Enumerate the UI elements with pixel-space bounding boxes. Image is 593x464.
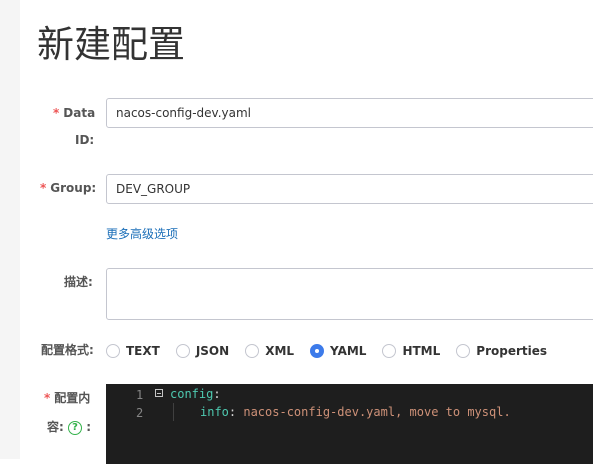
- format-radio-properties[interactable]: Properties: [456, 344, 547, 358]
- left-sidebar-strip: [0, 0, 20, 459]
- line-number: 1: [136, 388, 144, 402]
- radio-circle-icon: [175, 344, 190, 358]
- code-line: config:: [170, 387, 221, 401]
- description-textarea[interactable]: [106, 268, 593, 320]
- radio-circle-icon: [245, 344, 260, 358]
- required-mark: *: [40, 181, 47, 195]
- question-circle-icon[interactable]: ?: [68, 420, 82, 435]
- radio-circle-icon: [106, 344, 120, 358]
- radio-circle-icon: [382, 344, 397, 358]
- required-mark: *: [44, 391, 51, 405]
- format-radio-html[interactable]: HTML: [382, 344, 440, 358]
- radio-label: XML: [265, 344, 295, 358]
- radio-circle-icon: [456, 344, 471, 358]
- data-id-input[interactable]: nacos-config-dev.yaml: [106, 98, 593, 128]
- required-mark: *: [53, 106, 60, 120]
- code-line: info: nacos-config-dev.yaml, move to mys…: [200, 405, 511, 419]
- format-radio-group: TEXT JSON XML YAML HTML Properties: [106, 341, 563, 361]
- format-radio-text[interactable]: TEXT: [106, 344, 160, 358]
- code-editor[interactable]: 1 2 config: info: nacos-config-dev.yaml,…: [106, 384, 593, 464]
- page-title: 新建配置: [37, 23, 185, 66]
- radio-label: Properties: [476, 344, 548, 358]
- radio-circle-icon: [310, 344, 325, 358]
- group-label: * Group:: [40, 181, 97, 195]
- format-label: 配置格式:: [41, 343, 94, 357]
- format-radio-yaml[interactable]: YAML: [310, 344, 366, 358]
- data-id-label: * Data: [53, 106, 96, 120]
- radio-label: YAML: [330, 344, 367, 358]
- indent-guide: [173, 403, 174, 421]
- data-id-label-line2: ID:: [75, 133, 95, 147]
- advanced-options-link[interactable]: 更多高级选项: [106, 225, 178, 242]
- group-input[interactable]: DEV_GROUP: [106, 174, 593, 204]
- radio-label: HTML: [402, 344, 441, 358]
- format-radio-xml[interactable]: XML: [245, 344, 294, 358]
- radio-label: JSON: [195, 344, 230, 358]
- fold-toggle-icon[interactable]: [155, 389, 163, 397]
- description-label: 描述:: [64, 275, 93, 289]
- content-label: * 配置内: [44, 391, 91, 405]
- content-label-line2: 容: ? :: [47, 420, 91, 435]
- radio-label: TEXT: [126, 344, 160, 358]
- format-radio-json[interactable]: JSON: [175, 344, 230, 358]
- line-number: 2: [136, 406, 144, 420]
